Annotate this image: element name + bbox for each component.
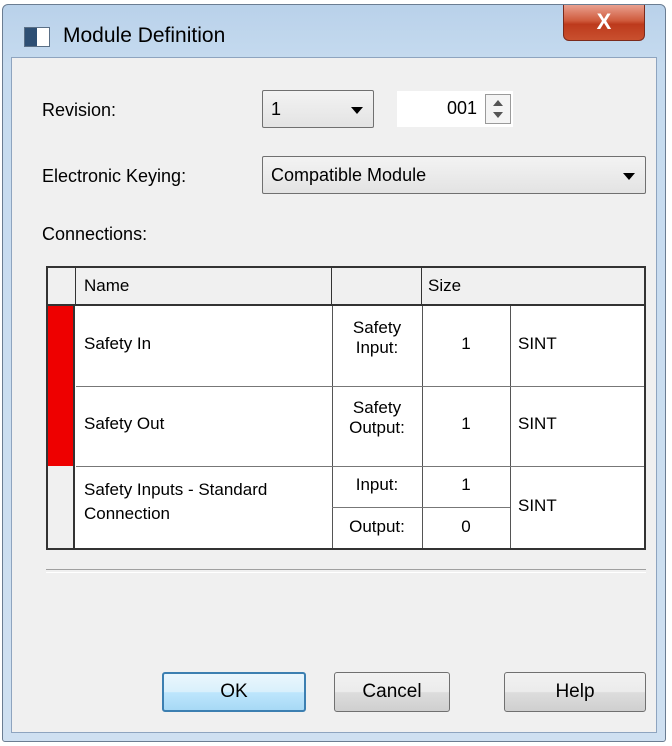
conn-datatype-safety-out: SINT [518,414,557,433]
module-window-icon [24,27,50,47]
close-button[interactable]: X [563,5,645,41]
conn-datatype-standard: SINT [518,496,557,515]
revision-label: Revision: [42,100,117,120]
electronic-keying-label: Electronic Keying: [42,166,187,186]
conn-datatype-safety-in: SINT [518,334,557,353]
conn-type-input: Input: [355,475,399,494]
conn-size-safety-in[interactable]: 1 [422,334,510,354]
conn-size-input[interactable]: 1 [422,475,510,495]
conn-size-output[interactable]: 0 [422,517,510,537]
conn-type-safety-in: Safety Input: [352,318,402,357]
help-button[interactable]: Help [504,672,646,712]
window-title: Module Definition [63,24,226,47]
conn-size-safety-out[interactable]: 1 [422,414,510,434]
row-marker-safety-out[interactable] [48,386,75,466]
spin-down-icon[interactable] [493,112,503,118]
separator [46,569,646,573]
grid-line [332,507,510,508]
row-marker-standard[interactable] [48,466,75,548]
header-size[interactable]: Size [422,268,644,306]
conn-name-standard[interactable]: Safety Inputs - Standard Connection [84,478,332,526]
module-definition-window: Module Definition X Revision: 1 001 Elec… [2,4,666,742]
dialog-body: Revision: 1 001 Electronic Keying: Compa… [11,57,657,733]
electronic-keying-select[interactable]: Compatible Module [262,156,646,194]
close-icon: X [596,9,612,34]
grid-line [76,466,644,467]
ok-button[interactable]: OK [162,672,306,712]
conn-type-output: Output: [349,517,405,536]
chevron-down-icon [623,173,635,180]
grid-line [510,306,511,548]
header-type[interactable] [332,268,422,306]
row-marker-safety-in[interactable] [48,306,75,386]
conn-name-safety-out[interactable]: Safety Out [84,414,164,434]
chevron-down-icon [351,107,363,114]
spin-buttons[interactable] [485,94,511,124]
grid-line [422,306,423,548]
grid-line [76,386,644,387]
spin-up-icon[interactable] [493,100,503,106]
header-corner [48,268,76,306]
electronic-keying-value: Compatible Module [271,165,427,185]
revision-major-select[interactable]: 1 [262,90,374,128]
conn-type-safety-out: Safety Output: [349,398,405,437]
header-name[interactable]: Name [76,268,332,306]
revision-major-value: 1 [271,99,282,119]
connections-label: Connections: [42,224,148,244]
title-bar: Module Definition X [3,5,665,57]
revision-minor-value: 001 [446,98,477,118]
revision-minor-stepper[interactable]: 001 [396,90,514,128]
conn-name-safety-in[interactable]: Safety In [84,334,151,354]
cancel-button[interactable]: Cancel [334,672,450,712]
grid-line [332,306,333,548]
connections-table: Name Size Safety In Safety Input: 1 SINT… [46,266,646,550]
